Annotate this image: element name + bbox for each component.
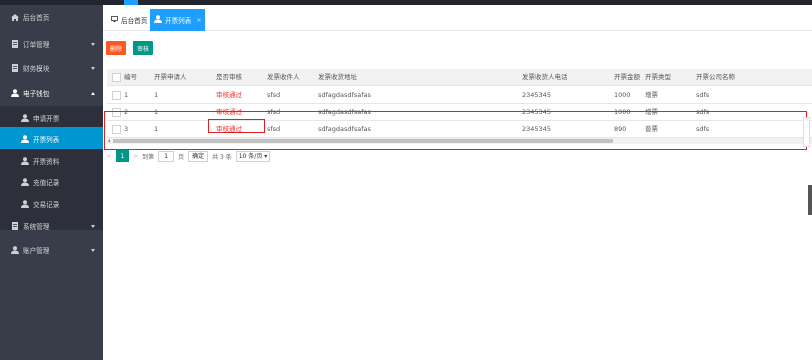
close-icon[interactable]: ✕	[196, 17, 201, 24]
chevron-down-icon	[91, 43, 95, 46]
sidebar-item-label: 后台首页	[23, 14, 50, 22]
tab-label: 后台首页	[121, 17, 148, 25]
cell-phone: 2345345	[522, 91, 551, 99]
chevron-down-icon	[91, 249, 95, 252]
total-count: 共 3 条	[212, 153, 232, 161]
sidebar-subitem-label: 交易记录	[33, 201, 60, 209]
user-icon	[20, 157, 29, 165]
column-header: 开票金额	[614, 73, 640, 81]
cell-recipient: sfsd	[267, 91, 281, 99]
sidebar-item-label: 系统管理	[23, 223, 50, 231]
delete-button[interactable]: 删除	[106, 41, 127, 55]
tab-label: 开票列表	[165, 17, 192, 25]
cell-amount: 1000	[614, 91, 631, 99]
sidebar-item-label: 财务模块	[23, 65, 50, 73]
sidebar-item-orders[interactable]: 订单管理	[0, 32, 103, 56]
tab-invoice-list[interactable]: 开票列表 ✕	[150, 9, 206, 31]
cell-audit-status: 审核通过	[216, 91, 242, 99]
cell-applicant: 1	[154, 91, 159, 99]
sidebar-item-system[interactable]: 系统管理	[0, 214, 103, 238]
sidebar-subitem-recharge[interactable]: 充值记录	[0, 170, 103, 194]
prev-page-button[interactable]: <	[107, 153, 112, 160]
monitor-icon	[111, 16, 118, 24]
column-header: 发票收货地址	[318, 73, 357, 81]
column-header: 开票申请人	[154, 73, 187, 81]
sidebar-subitem-label: 开票资料	[33, 158, 60, 166]
user-icon	[10, 89, 19, 97]
table-header-row: 编号 开票申请人 是否审核 发票收件人 发票收货地址 发票收货人电话 开票金额 …	[107, 69, 812, 86]
cell-company: sdfs	[696, 91, 710, 99]
sidebar-subitem-label: 申请开票	[33, 115, 60, 123]
sidebar-item-home[interactable]: 后台首页	[0, 5, 103, 29]
doc-icon	[10, 222, 19, 230]
column-header: 开票类型	[645, 73, 671, 81]
highlight-box-status	[208, 119, 265, 133]
chevron-up-icon	[91, 92, 95, 95]
sidebar-item-finance[interactable]: 财务模块	[0, 56, 103, 80]
side-handle[interactable]	[808, 185, 812, 215]
next-page-button[interactable]: >	[133, 153, 138, 160]
sidebar-subitem-label: 开票列表	[33, 136, 60, 144]
sidebar-item-label: 账户管理	[23, 247, 50, 255]
page-input[interactable]: 1	[158, 150, 175, 162]
sidebar-subitem-transactions[interactable]: 交易记录	[0, 192, 103, 216]
chevron-down-icon	[91, 225, 95, 228]
main-content: 后台首页 开票列表 ✕ 删除 审核 编号 开票申请人 是否审核 发票收件人 发票…	[103, 5, 812, 360]
column-header: 是否审核	[216, 73, 242, 81]
audit-button[interactable]: 审核	[133, 41, 154, 55]
cell-type: 增票	[645, 91, 658, 99]
page-size-value: 10 条/页	[238, 152, 263, 160]
row-checkbox[interactable]	[112, 91, 121, 100]
user-icon	[20, 178, 29, 186]
tab-home[interactable]: 后台首页	[107, 9, 151, 31]
column-header: 发票收货人电话	[522, 73, 568, 81]
sidebar-subitem-label: 充值记录	[33, 179, 60, 187]
user-icon	[20, 200, 29, 208]
sidebar-item-label: 电子钱包	[23, 90, 50, 98]
user-icon	[20, 135, 29, 143]
table-row[interactable]: 1 1 审核通过 sfsd sdfagdasdfsafas 2345345 10…	[107, 87, 812, 104]
home-icon	[10, 13, 19, 21]
edge-panel	[803, 117, 810, 147]
goto-label: 到第	[142, 153, 155, 161]
cell-id: 1	[124, 91, 129, 99]
cell-address: sdfagdasdfsafas	[318, 91, 371, 99]
current-page[interactable]: 1	[116, 150, 130, 162]
sidebar-subitem-invoice-list[interactable]: 开票列表	[0, 127, 103, 151]
doc-icon	[10, 64, 19, 72]
user-icon	[10, 246, 19, 254]
sidebar-item-wallet[interactable]: 电子钱包	[0, 81, 103, 105]
page-size-select[interactable]: 10 条/页 ▾	[235, 150, 271, 162]
user-icon	[154, 15, 162, 25]
sidebar-item-account[interactable]: 账户管理	[0, 238, 103, 262]
sidebar-item-label: 订单管理	[23, 41, 50, 49]
doc-icon	[10, 40, 19, 48]
user-icon	[20, 114, 29, 122]
pagination: < 1 > 到第 1 页 确定 共 3 条 10 条/页 ▾	[107, 149, 274, 163]
column-header: 发票收件人	[267, 73, 300, 81]
page-unit-label: 页	[178, 153, 185, 161]
confirm-button[interactable]: 确定	[188, 150, 209, 162]
tab-bar: 后台首页 开票列表 ✕	[103, 5, 812, 31]
chevron-down-icon	[91, 67, 95, 70]
column-header: 编号	[124, 73, 137, 81]
select-all-checkbox[interactable]	[112, 73, 121, 82]
sidebar: 后台首页 订单管理 财务模块 电子钱包 申请开票 开票列表 开票资料 充值记录 …	[0, 5, 103, 360]
column-header: 开票公司名称	[696, 73, 735, 81]
